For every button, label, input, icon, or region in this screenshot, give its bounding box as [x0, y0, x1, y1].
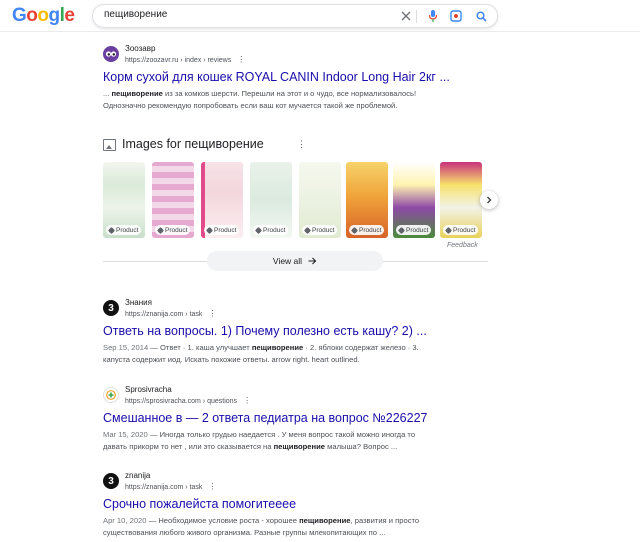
product-tag: Product	[204, 225, 240, 235]
logo-letter: o	[26, 5, 38, 26]
logo-letter: g	[48, 5, 61, 26]
chevron-right-icon	[487, 196, 492, 204]
result-title-link[interactable]: Срочно пожалейста помогитееее	[103, 497, 463, 511]
view-all-label: View all	[272, 256, 303, 266]
result-snippet: ... пещиворение из за комков шерсти. Пер…	[103, 89, 417, 110]
microphone-icon[interactable]	[426, 9, 440, 23]
result-site-name: Знания	[125, 298, 152, 307]
result-title-link[interactable]: Корм сухой для кошек ROYAL CANIN Indoor …	[103, 70, 463, 84]
image-thumbnail[interactable]: Product	[103, 162, 145, 238]
result-snippet: Apr 10, 2020 — Необходимое условие роста…	[103, 516, 420, 537]
product-tag: Product	[349, 225, 385, 235]
result-url: https://sprosivracha.com › questions	[125, 398, 238, 405]
product-tag: Product	[253, 225, 289, 235]
result-title-link[interactable]: Ответь на вопросы. 1) Почему полезно ест…	[103, 324, 463, 338]
result-snippet: Mar 15, 2020 — Иногда только грудью наед…	[103, 430, 416, 451]
view-all-button[interactable]: View all	[207, 251, 383, 271]
image-icon	[103, 139, 116, 151]
image-thumbnail[interactable]: Product	[250, 162, 292, 238]
images-section-header: Images for пещиворение ⋮	[103, 137, 493, 155]
image-thumbnail[interactable]: Product	[346, 162, 388, 238]
google-logo[interactable]: Google	[12, 5, 75, 27]
result-site-name: Sprosivracha	[125, 385, 172, 394]
znanija-favicon-icon: 3	[103, 473, 119, 489]
search-icon[interactable]	[474, 9, 488, 23]
image-thumbnail[interactable]: Product	[152, 162, 194, 238]
images-more-options-icon[interactable]: ⋮	[297, 139, 306, 150]
result-site-name: Зоозавр	[125, 44, 156, 53]
more-options-icon[interactable]: ⋮	[237, 55, 245, 64]
feedback-link[interactable]: Feedback	[447, 242, 478, 249]
logo-letter: e	[64, 5, 75, 26]
zoozavr-favicon-icon	[103, 46, 119, 62]
search-box[interactable]: пещиворение	[92, 4, 498, 28]
result-url: https://znanija.com › task	[125, 311, 203, 318]
product-tag: Product	[155, 225, 191, 235]
close-icon[interactable]	[399, 9, 413, 23]
lens-icon[interactable]	[449, 9, 463, 23]
result-title-link[interactable]: Смешанное в — 2 ответа педиатра на вопро…	[103, 411, 463, 425]
header-divider	[0, 31, 640, 32]
image-thumbnail[interactable]: Product	[440, 162, 482, 238]
image-thumbnail[interactable]: Product	[393, 162, 435, 238]
znanija-favicon-icon: 3	[103, 300, 119, 316]
search-header: Google пещиворение	[0, 0, 640, 32]
product-tag: Product	[106, 225, 142, 235]
search-result: 3 Знания https://znanija.com › task ⋮ Отв…	[103, 298, 463, 366]
more-options-icon[interactable]: ⋮	[208, 309, 216, 318]
result-site-name: znanija	[125, 471, 151, 480]
image-carousel: Product Product Product Product Product …	[103, 162, 493, 240]
images-heading: Images for пещиворение	[122, 137, 264, 151]
arrow-right-icon	[308, 257, 317, 265]
more-options-icon[interactable]: ⋮	[208, 482, 216, 491]
logo-letter: G	[12, 5, 27, 26]
result-snippet: Sep 15, 2014 — Ответ · 1. каша улучшает …	[103, 343, 419, 364]
product-tag: Product	[396, 225, 432, 235]
product-tag: Product	[302, 225, 338, 235]
logo-letter: o	[37, 5, 49, 26]
more-options-icon[interactable]: ⋮	[243, 396, 251, 405]
carousel-next-button[interactable]	[480, 191, 498, 209]
result-url: https://zoozavr.ru › index › reviews	[125, 57, 232, 64]
image-thumbnail[interactable]: Product	[299, 162, 341, 238]
result-url: https://znanija.com › task	[125, 484, 203, 491]
search-result: 3 znanija https://znanija.com › task ⋮ Ср…	[103, 471, 463, 539]
search-input[interactable]: пещиворение	[104, 9, 167, 20]
sprosivracha-favicon-icon	[103, 387, 119, 403]
search-result: Зоозавр https://zoozavr.ru › index › rev…	[103, 44, 463, 112]
search-divider	[416, 10, 417, 23]
product-tag: Product	[443, 225, 479, 235]
search-result: Sprosivracha https://sprosivracha.com › …	[103, 385, 463, 453]
image-thumbnail[interactable]: Product	[201, 162, 243, 238]
